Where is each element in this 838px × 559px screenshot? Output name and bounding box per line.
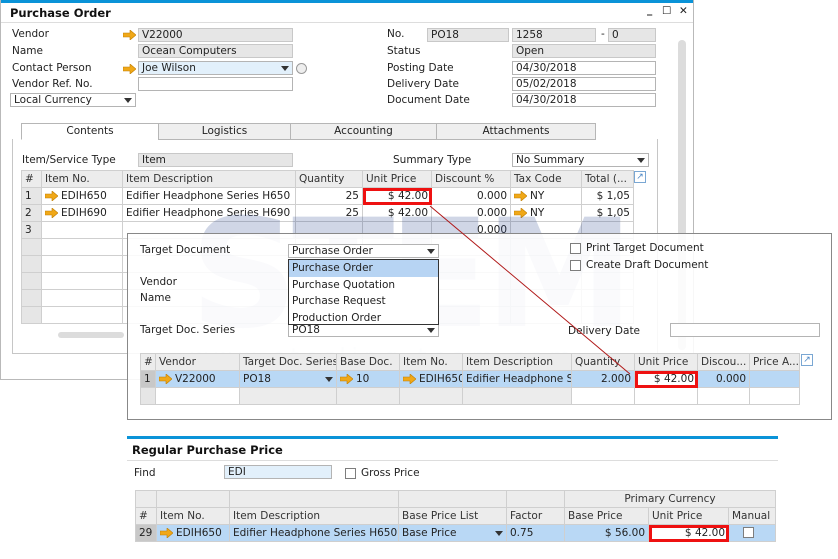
col-header[interactable]: Manual — [727, 507, 777, 525]
col-header[interactable]: Item Description — [229, 507, 399, 525]
unit-price-cell-highlighted[interactable]: $ 42.00 — [648, 524, 729, 542]
group-header-primary-currency: Primary Currency — [563, 490, 777, 508]
link-arrow-icon[interactable] — [160, 528, 173, 538]
col-header[interactable]: Base Price List — [398, 507, 507, 525]
title-accent-bar — [127, 436, 778, 439]
window-title: Regular Purchase Price — [132, 443, 283, 457]
col-header[interactable]: # — [135, 507, 157, 525]
col-header[interactable]: Factor — [506, 507, 565, 525]
base-price-cell[interactable]: $ 56.00 — [564, 524, 649, 542]
chevron-down-icon — [495, 531, 503, 536]
connector-line — [429, 205, 631, 375]
gross-price-checkbox[interactable] — [345, 468, 356, 479]
manual-checkbox[interactable] — [743, 527, 754, 538]
price-grid: Primary Currency # Item No. Item Descrip… — [135, 490, 777, 542]
regular-price-window: Regular Purchase Price Find EDI Gross Pr… — [127, 436, 778, 559]
col-header[interactable]: Base Price — [564, 507, 649, 525]
base-price-list-cell[interactable]: Base Price — [398, 524, 507, 542]
col-header[interactable]: Item No. — [156, 507, 230, 525]
gross-price-label[interactable]: Gross Price — [361, 467, 420, 479]
find-input[interactable]: EDI — [224, 465, 332, 479]
base-price-list-value: Base Price — [402, 527, 457, 539]
factor-cell[interactable]: 0.75 — [506, 524, 565, 542]
description-cell[interactable]: Edifier Headphone Series H650 — [229, 524, 399, 542]
manual-cell[interactable] — [727, 524, 777, 542]
grid-header-row: # Item No. Item Description Base Price L… — [135, 507, 777, 525]
find-label: Find — [134, 467, 156, 479]
item-no-cell[interactable]: EDIH650 — [156, 524, 230, 542]
table-row[interactable]: 29 EDIH650 Edifier Headphone Series H650… — [135, 524, 777, 542]
grid-group-header-row: Primary Currency — [135, 490, 777, 508]
col-header[interactable]: Unit Price — [648, 507, 729, 525]
row-number: 29 — [135, 524, 157, 542]
item-no: EDIH650 — [176, 527, 222, 539]
